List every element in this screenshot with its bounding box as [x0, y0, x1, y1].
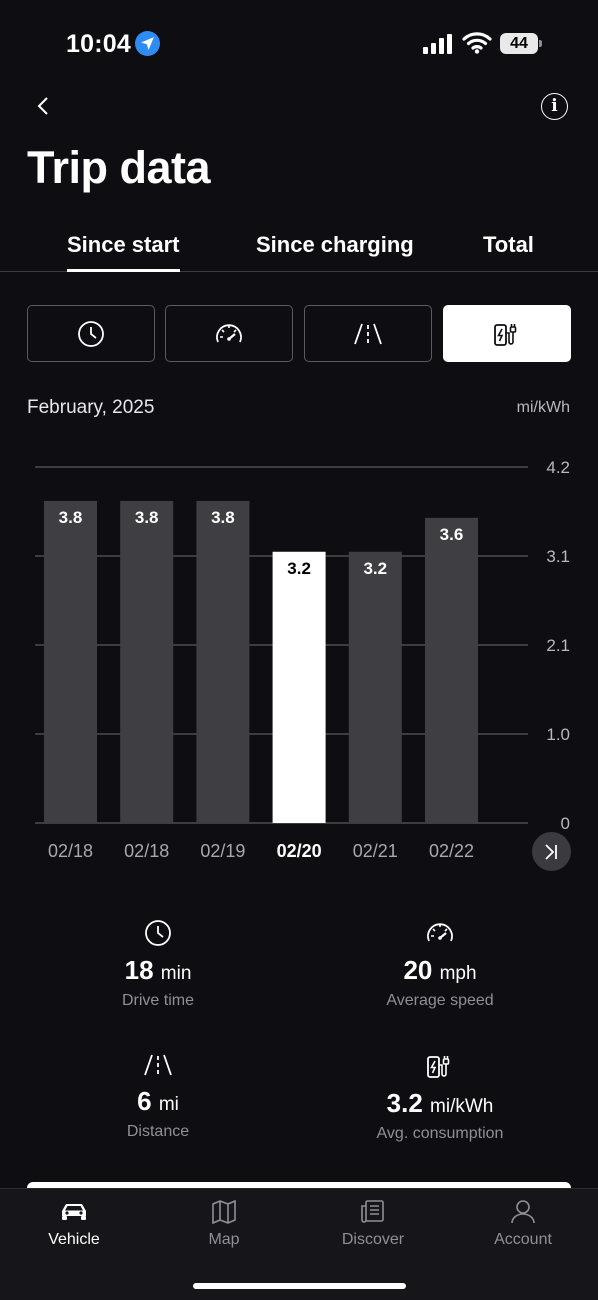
- info-button[interactable]: i: [541, 93, 568, 120]
- bar-value-label: 3.2: [363, 559, 387, 578]
- nav-vehicle-label: Vehicle: [48, 1231, 100, 1248]
- battery-level: 44: [500, 33, 538, 54]
- stat-avg-consumption-caption: Avg. consumption: [376, 1125, 504, 1142]
- y-tick-label: 0: [561, 814, 570, 833]
- stat-distance-caption: Distance: [126, 1123, 190, 1140]
- car-icon: [62, 1204, 86, 1220]
- stat-average-speed-caption: Average speed: [386, 992, 494, 1009]
- road-icon: [144, 1054, 172, 1076]
- chart-skip-forward-button[interactable]: [532, 832, 571, 871]
- speedometer-icon: [427, 923, 453, 942]
- y-tick-label: 1.0: [546, 725, 570, 744]
- x-tick-label: 02/22: [429, 841, 474, 861]
- ev-charging-icon: [427, 1056, 450, 1078]
- bar: [272, 551, 326, 823]
- clock-icon: [78, 320, 104, 347]
- consumption-bar-chart: 0 1.0 2.1 3.1 4.2 3.8 02/18 3.8 02/18 3.8 02/19 3.2…: [35, 458, 570, 861]
- stat-avg-consumption-value: 3.2 mi/kWh: [386, 1088, 494, 1118]
- bar: [425, 517, 478, 823]
- metric-drive-time-button[interactable]: [27, 305, 155, 362]
- bar: [120, 500, 174, 823]
- skip-forward-icon: [545, 844, 557, 860]
- person-icon: [511, 1200, 535, 1224]
- home-indicator[interactable]: [193, 1283, 406, 1289]
- nav-account-label: Account: [494, 1231, 552, 1248]
- battery-tip: [539, 40, 542, 47]
- trip-data-screen: 10:04 44 i Trip data Since start Since c…: [0, 0, 598, 1300]
- stat-drive-time: 18 min Drive time: [38, 918, 278, 1010]
- tab-total[interactable]: Total: [483, 232, 534, 258]
- nav-vehicle[interactable]: Vehicle: [24, 1199, 124, 1249]
- stat-distance-value: 6 mi: [137, 1086, 179, 1116]
- road-icon: [354, 323, 382, 344]
- stat-avg-consumption: 3.2 mi/kWh Avg. consumption: [320, 1051, 560, 1143]
- back-button[interactable]: [30, 90, 58, 122]
- bar-value-label: 3.6: [440, 525, 464, 544]
- stat-drive-time-value: 18 min: [124, 955, 192, 985]
- metric-distance-button[interactable]: [304, 305, 432, 362]
- bar: [196, 500, 250, 823]
- page-title: Trip data: [27, 142, 211, 193]
- tab-since-start[interactable]: Since start: [67, 232, 180, 272]
- ev-charging-icon: [494, 323, 517, 346]
- tab-since-charging[interactable]: Since charging: [256, 232, 414, 258]
- wifi-icon: [462, 32, 492, 54]
- nav-discover[interactable]: Discover: [323, 1199, 423, 1249]
- speedometer-icon: [216, 323, 242, 342]
- chevron-left-icon: [37, 97, 48, 115]
- info-icon: i: [551, 96, 558, 116]
- status-time: 10:04: [66, 30, 131, 58]
- stat-distance: 6 mi Distance: [38, 1051, 278, 1141]
- nav-account[interactable]: Account: [473, 1199, 573, 1249]
- nav-map-label: Map: [208, 1231, 240, 1248]
- metric-average-speed-button[interactable]: [165, 305, 293, 362]
- location-arrow-icon: [135, 31, 160, 56]
- bar-value-label: 3.8: [135, 508, 159, 527]
- x-tick-label: 02/18: [48, 841, 93, 861]
- bar-value-label: 3.8: [59, 508, 83, 527]
- y-tick-label: 3.1: [546, 547, 570, 566]
- bar-value-label: 3.2: [287, 559, 311, 578]
- bar: [44, 500, 97, 823]
- cellular-signal-icon: [423, 34, 452, 54]
- bar: [348, 551, 402, 823]
- stat-drive-time-caption: Drive time: [121, 992, 194, 1009]
- chart-month-label: February, 2025: [27, 397, 155, 418]
- x-tick-label: 02/21: [353, 841, 398, 861]
- x-tick-label: 02/19: [200, 841, 245, 861]
- y-tick-label: 4.2: [546, 458, 570, 477]
- bar-value-label: 3.8: [211, 508, 235, 527]
- nav-discover-label: Discover: [341, 1231, 405, 1248]
- metric-consumption-button[interactable]: [443, 305, 571, 362]
- tab-bar: Since start Since charging Total: [0, 230, 598, 272]
- clock-icon: [145, 920, 171, 946]
- y-tick-label: 2.1: [546, 636, 570, 655]
- x-tick-label: 02/20: [277, 841, 322, 861]
- news-icon: [361, 1200, 384, 1223]
- nav-map[interactable]: Map: [174, 1199, 274, 1249]
- stat-average-speed-value: 20 mph: [403, 955, 477, 985]
- battery-indicator: 44: [500, 33, 542, 54]
- map-icon: [212, 1199, 236, 1225]
- x-tick-label: 02/18: [124, 841, 169, 861]
- stat-average-speed: 20 mph Average speed: [320, 918, 560, 1010]
- chart-unit-label: mi/kWh: [516, 399, 570, 416]
